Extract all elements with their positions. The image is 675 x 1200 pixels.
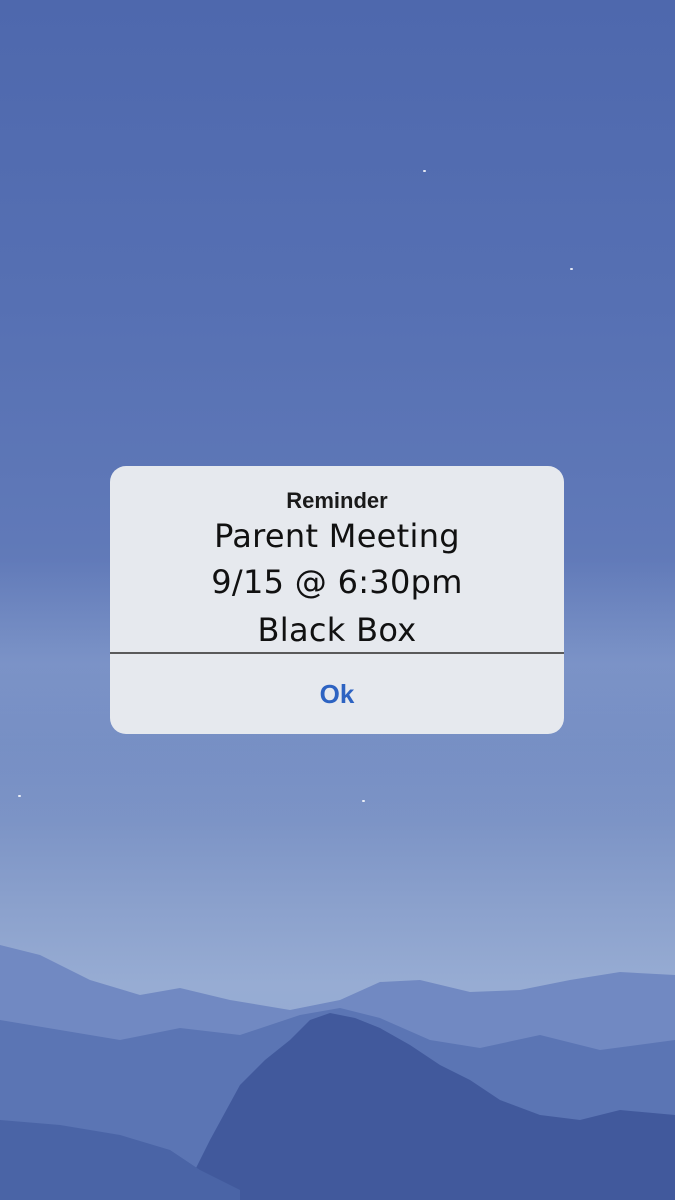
alert-message-line: Parent Meeting [214,517,460,555]
wallpaper-speck [423,170,426,172]
alert-message-line: 9/15 @ 6:30pm [211,563,463,601]
alert-message-line: Black Box [257,611,417,649]
ok-button[interactable]: Ok [110,654,564,734]
wallpaper-mountains [0,945,675,1200]
wallpaper-speck [362,800,365,802]
alert-title: Reminder [286,488,388,513]
reminder-alert: Reminder Parent Meeting 9/15 @ 6:30pm Bl… [110,466,564,734]
wallpaper-speck [570,268,573,270]
wallpaper-speck [18,795,21,797]
alert-body: Reminder Parent Meeting 9/15 @ 6:30pm Bl… [110,466,564,653]
lock-screen: Reminder Parent Meeting 9/15 @ 6:30pm Bl… [0,0,675,1200]
ok-button-label: Ok [319,679,355,709]
